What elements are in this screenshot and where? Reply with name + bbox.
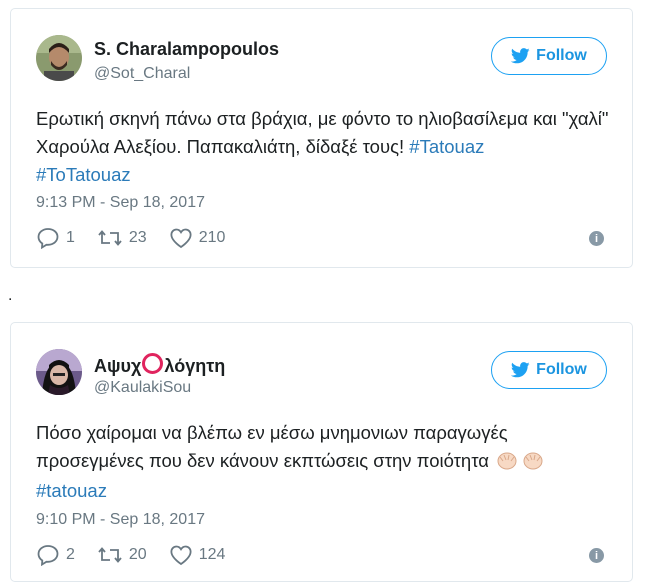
display-name-part: Αψυχ	[94, 356, 142, 376]
user-handle[interactable]: @KaulakiSou	[94, 379, 191, 397]
display-name[interactable]: Αψυχ λόγητη	[94, 353, 225, 377]
tweet-text: Πόσο χαίρομαι να βλέπω εν μέσω μνημονιων…	[36, 419, 616, 505]
tweet-card: Αψυχ λόγητη @KaulakiSou Follow Πόσο χαίρο…	[10, 322, 633, 582]
reply-button[interactable]: 2	[36, 544, 75, 566]
display-name-part: λόγητη	[164, 356, 226, 376]
retweet-button[interactable]: 23	[97, 228, 147, 248]
like-button[interactable]: 210	[169, 227, 226, 249]
heart-icon	[170, 228, 192, 249]
follow-button[interactable]: Follow	[491, 37, 607, 75]
avatar[interactable]	[36, 35, 82, 81]
info-icon[interactable]: i	[589, 548, 604, 563]
info-icon[interactable]: i	[589, 231, 604, 246]
heart-icon	[170, 545, 192, 566]
separator-text: .	[8, 287, 13, 304]
retweet-count: 20	[128, 546, 147, 563]
follow-label: Follow	[536, 47, 587, 64]
reply-count: 2	[66, 546, 75, 563]
reply-icon	[37, 228, 59, 249]
tweet-actions: 1 23 210	[36, 227, 247, 249]
hashtag-link[interactable]: #tatouaz	[36, 480, 107, 501]
hashtag-link[interactable]: #Tatouaz	[409, 136, 484, 157]
red-circle-icon	[142, 353, 164, 374]
tweet-timestamp[interactable]: 9:13 PM - Sep 18, 2017	[36, 194, 205, 212]
tweet-card: S. Charalampopoulos @Sot_Charal Follow Ε…	[10, 8, 633, 268]
retweet-icon	[98, 547, 122, 563]
like-count: 124	[198, 546, 226, 563]
reply-button[interactable]: 1	[36, 227, 75, 249]
like-button[interactable]: 124	[169, 544, 226, 566]
tweet-actions: 2 20 124	[36, 544, 247, 566]
retweet-count: 23	[128, 229, 147, 246]
tweet-timestamp[interactable]: 9:10 PM - Sep 18, 2017	[36, 511, 205, 529]
follow-label: Follow	[536, 361, 587, 378]
tweet-text-body: Πόσο χαίρομαι να βλέπω εν μέσω μνημονιων…	[36, 422, 508, 471]
twitter-bird-icon	[511, 362, 530, 378]
tweet-text-body: Ερωτική σκηνή πάνω στα βράχια, με φόντο …	[36, 108, 609, 157]
like-count: 210	[198, 229, 226, 246]
follow-button[interactable]: Follow	[491, 351, 607, 389]
hashtag-link[interactable]: #ToTatouaz	[36, 164, 131, 185]
clapping-hands-icon	[494, 449, 520, 477]
retweet-icon	[98, 230, 122, 246]
retweet-button[interactable]: 20	[97, 545, 147, 565]
reply-count: 1	[66, 229, 75, 246]
user-handle[interactable]: @Sot_Charal	[94, 65, 190, 83]
reply-icon	[37, 545, 59, 566]
clapping-hands-icon	[520, 449, 546, 477]
tweet-text: Ερωτική σκηνή πάνω στα βράχια, με φόντο …	[36, 105, 616, 189]
twitter-bird-icon	[511, 48, 530, 64]
display-name[interactable]: S. Charalampopoulos	[94, 39, 279, 60]
avatar[interactable]	[36, 349, 82, 395]
